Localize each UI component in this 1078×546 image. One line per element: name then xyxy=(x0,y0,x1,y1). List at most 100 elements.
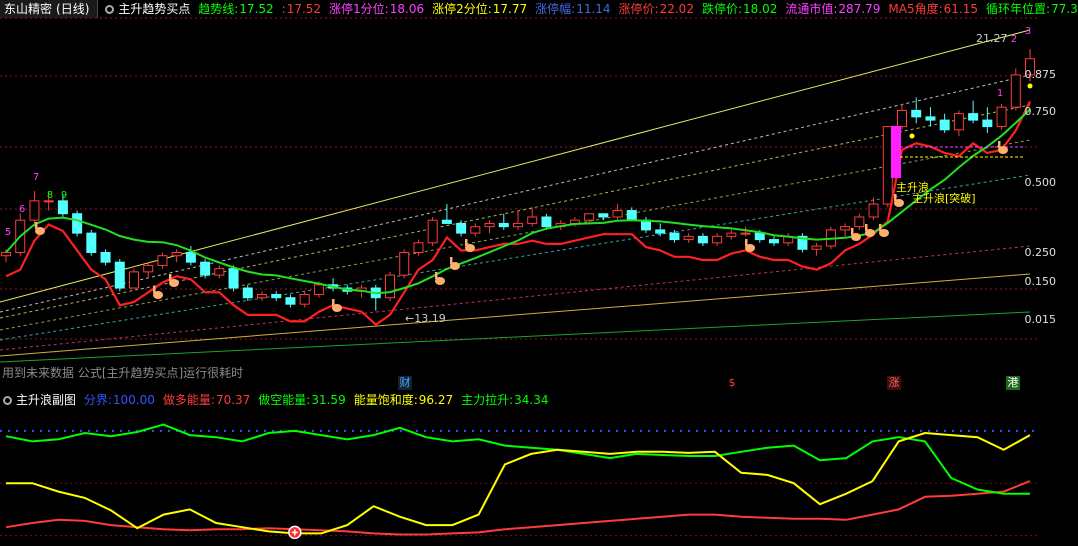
candle-body xyxy=(726,232,737,237)
candle-body xyxy=(57,200,68,215)
sub-indicator-value: 34.34 xyxy=(514,393,549,407)
hand-finger xyxy=(851,228,854,235)
high-price-marker: 21.27 xyxy=(976,32,1008,45)
candle-body xyxy=(484,222,495,228)
candle-body xyxy=(427,219,438,244)
sub-indicator-label: 主力拉升: xyxy=(461,393,514,407)
candle-body xyxy=(114,261,125,289)
candle-body xyxy=(214,268,225,276)
candle-body xyxy=(754,232,765,241)
trend-channel-line xyxy=(0,139,1031,331)
candle-body xyxy=(171,252,182,257)
formula-warning: 用到未来数据 公式[主升趋势买点]运行很耗时 xyxy=(2,366,244,380)
price-level-0875: 0.875 xyxy=(1024,68,1057,81)
candle-body xyxy=(968,113,979,121)
sub-indicator-field: 分界:100.00 xyxy=(84,393,159,407)
limit-up-bar xyxy=(891,126,901,178)
sub-indicator-label: 能量饱和度: xyxy=(353,393,418,407)
wave-count-mark: 1 xyxy=(997,88,1003,99)
hand-finger xyxy=(879,224,882,231)
low-price-value: 13.19 xyxy=(414,312,446,325)
trend-channel-line xyxy=(0,74,1031,313)
candle-body xyxy=(683,235,694,241)
hand-finger xyxy=(865,224,868,231)
candle-body xyxy=(441,219,452,224)
sub-indicator-values: 分界:100.00 做多能量:70.37 做空能量:31.59 能量饱和度:96.27… xyxy=(84,393,557,407)
hk-connect-event-tag[interactable]: 港 xyxy=(1006,376,1020,390)
candle-body xyxy=(29,200,40,221)
trend-channel-line xyxy=(0,29,1031,303)
buy-hand-icon xyxy=(35,222,45,235)
candle-body xyxy=(882,126,893,205)
candle-body xyxy=(868,203,879,218)
candle-body xyxy=(200,261,211,276)
sub-indicator-chart[interactable] xyxy=(0,410,1078,546)
price-level-0250: 0.250 xyxy=(1024,246,1057,259)
candle-body xyxy=(299,293,310,305)
sub-indicator-value: 96.27 xyxy=(418,393,454,407)
low-price-marker: ←13.19 xyxy=(405,312,446,325)
candle-body xyxy=(925,116,936,121)
candle-body xyxy=(413,242,424,253)
candle-body xyxy=(769,239,779,244)
sub-indicator-label: 分界: xyxy=(83,393,112,407)
candle-body xyxy=(911,109,922,118)
candle-body xyxy=(185,252,196,263)
sub-indicator-field: 能量饱和度:96.27 xyxy=(354,393,457,407)
wave-annotation: 主升浪 主升浪[突破] xyxy=(896,182,976,204)
dividend-event-tag[interactable]: $ xyxy=(725,376,739,390)
candle-body xyxy=(498,222,509,228)
sub-indicator-label: 做多能量: xyxy=(162,393,215,407)
wave-count-mark: 5 xyxy=(5,227,11,238)
sub-indicator-field: 主力拉升:34.34 xyxy=(461,393,552,407)
buy-hand-icon xyxy=(465,239,475,252)
candle-body xyxy=(584,213,595,221)
hand-finger xyxy=(169,274,172,281)
candle-body xyxy=(527,216,538,224)
candle-body xyxy=(257,293,267,299)
wave-count-mark: 3 xyxy=(1025,26,1031,37)
wave-count-mark: 9 xyxy=(61,190,67,201)
candle-body xyxy=(840,226,851,231)
buy-hand-icon xyxy=(745,239,755,252)
candle-body xyxy=(939,119,950,131)
wave-count-mark: 7 xyxy=(33,172,39,183)
buy-hand-icon xyxy=(332,299,342,312)
candle-body xyxy=(1010,74,1021,108)
candle-body xyxy=(697,235,708,244)
hand-finger xyxy=(35,222,38,229)
hand-finger xyxy=(435,272,438,279)
candle-body xyxy=(854,216,865,228)
hand-finger xyxy=(153,286,156,293)
candle-body xyxy=(897,109,907,128)
price-level-0750: 0.750 xyxy=(1024,105,1057,118)
candle-body xyxy=(72,213,83,234)
price-level-0015: 0.015 xyxy=(1024,313,1057,326)
sub-indicator-field: 做空能量:31.59 xyxy=(258,393,349,407)
wave-count-mark: 6 xyxy=(19,204,25,215)
finance-event-tag[interactable]: 财 xyxy=(398,376,412,390)
gear-icon[interactable] xyxy=(3,396,12,405)
hand-finger xyxy=(465,239,468,246)
price-level-0500: 0.500 xyxy=(1024,176,1057,189)
candle-body xyxy=(228,268,239,289)
candle-body xyxy=(285,297,296,305)
candle-body xyxy=(399,252,410,276)
limit-up-event-tag[interactable]: 涨 xyxy=(887,376,901,390)
sub-indicator-field: 做多能量:70.37 xyxy=(163,393,254,407)
candle-body xyxy=(953,113,964,131)
candle-body xyxy=(143,264,154,273)
candle-body xyxy=(598,213,609,218)
candle-body xyxy=(982,119,993,128)
buy-hand-icon xyxy=(865,224,875,237)
candle-body xyxy=(740,232,751,235)
candle-body xyxy=(157,255,168,266)
candle-body xyxy=(712,235,723,244)
hand-finger xyxy=(745,239,748,246)
signal-dot xyxy=(909,133,915,139)
sub-indicator-value: 31.59 xyxy=(311,393,346,407)
candle-body xyxy=(612,210,623,218)
candle-body xyxy=(313,284,324,295)
sub-indicator-name[interactable]: 主升浪副图 xyxy=(16,393,76,407)
buy-hand-icon xyxy=(851,228,861,241)
